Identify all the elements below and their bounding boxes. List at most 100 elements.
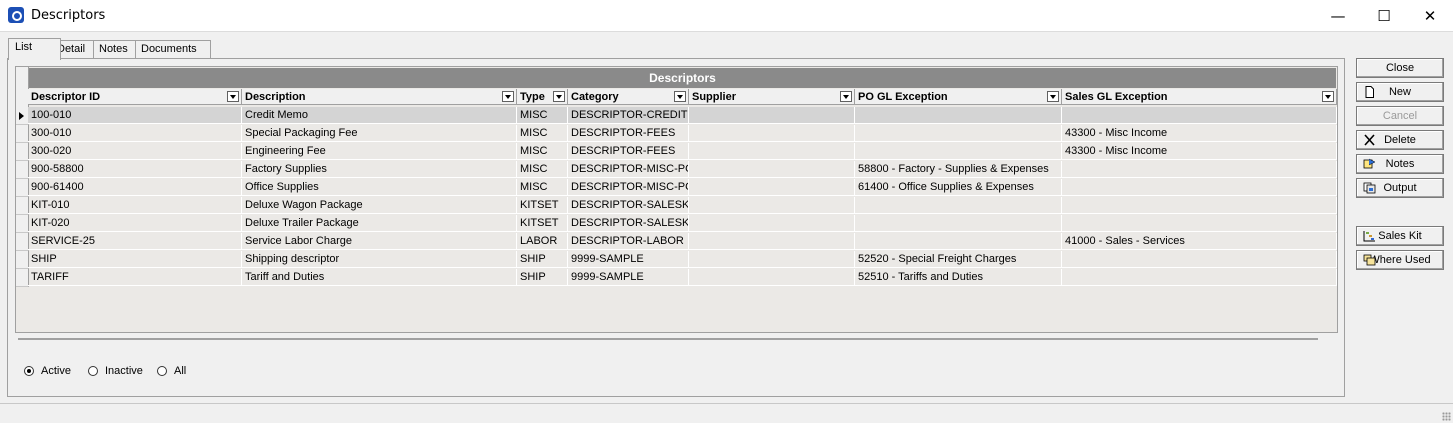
table-cell[interactable]: KITSET <box>517 215 568 232</box>
tab-list[interactable]: List <box>8 38 61 60</box>
table-cell[interactable]: SHIP <box>28 251 242 268</box>
table-cell[interactable]: 300-020 <box>28 143 242 160</box>
table-cell[interactable]: DESCRIPTOR-FEES <box>568 125 689 142</box>
table-cell[interactable]: Engineering Fee <box>242 143 517 160</box>
table-row[interactable]: 900-61400 Office Supplies MISC DESCRIPTOR-M… <box>16 179 1337 197</box>
table-cell[interactable] <box>855 197 1062 214</box>
table-cell[interactable] <box>689 215 855 232</box>
dropdown-icon[interactable] <box>502 91 514 102</box>
descriptors-grid[interactable]: Descriptors Descriptor ID Description Ty… <box>15 66 1338 333</box>
table-cell[interactable]: MISC <box>517 179 568 196</box>
table-cell[interactable]: DESCRIPTOR-SALESKIT <box>568 215 689 232</box>
table-cell[interactable]: 61400 - Office Supplies & Expenses <box>855 179 1062 196</box>
table-cell[interactable]: Tariff and Duties <box>242 269 517 286</box>
table-cell[interactable] <box>1062 179 1337 196</box>
table-cell[interactable]: DESCRIPTOR-FEES <box>568 143 689 160</box>
close-button[interactable]: Close <box>1356 58 1444 78</box>
table-row[interactable]: SERVICE-25 Service Labor Charge LABOR DESCR… <box>16 233 1337 251</box>
column-header-description[interactable]: Description <box>242 89 517 105</box>
table-cell[interactable]: SERVICE-25 <box>28 233 242 250</box>
table-cell[interactable]: MISC <box>517 143 568 160</box>
table-cell[interactable] <box>1062 251 1337 268</box>
table-cell[interactable] <box>855 215 1062 232</box>
table-cell[interactable] <box>855 107 1062 124</box>
table-cell[interactable] <box>855 125 1062 142</box>
delete-button[interactable]: Delete <box>1356 130 1444 150</box>
table-cell[interactable]: 43300 - Misc Income <box>1062 125 1337 142</box>
column-header-type[interactable]: Type <box>517 89 568 105</box>
table-cell[interactable] <box>1062 269 1337 286</box>
table-cell[interactable]: 300-010 <box>28 125 242 142</box>
table-cell[interactable] <box>1062 197 1337 214</box>
sales-kit-button[interactable]: Sales Kit <box>1356 226 1444 246</box>
table-row[interactable]: 300-010 Special Packaging Fee MISC DESCRIPT… <box>16 125 1337 143</box>
column-header-category[interactable]: Category <box>568 89 689 105</box>
table-row[interactable]: KIT-010 Deluxe Wagon Package KITSET DESCRIP… <box>16 197 1337 215</box>
table-cell[interactable] <box>1062 161 1337 178</box>
table-row[interactable]: 300-020 Engineering Fee MISC DESCRIPTOR-FEE… <box>16 143 1337 161</box>
table-cell[interactable]: MISC <box>517 107 568 124</box>
table-cell[interactable]: Factory Supplies <box>242 161 517 178</box>
table-cell[interactable]: DESCRIPTOR-MISC-PO <box>568 161 689 178</box>
table-row[interactable]: SHIP Shipping descriptor SHIP 9999-SAMPLE 52… <box>16 251 1337 269</box>
table-cell[interactable]: LABOR <box>517 233 568 250</box>
table-cell[interactable]: Deluxe Trailer Package <box>242 215 517 232</box>
table-cell[interactable] <box>689 269 855 286</box>
table-row[interactable]: 900-58800 Factory Supplies MISC DESCRIPTOR-… <box>16 161 1337 179</box>
table-cell[interactable] <box>855 233 1062 250</box>
dropdown-icon[interactable] <box>227 91 239 102</box>
table-cell[interactable]: Service Labor Charge <box>242 233 517 250</box>
tab-documents[interactable]: Documents <box>135 40 211 59</box>
horizontal-scrollbar[interactable] <box>18 338 1318 340</box>
table-cell[interactable]: Credit Memo <box>242 107 517 124</box>
table-cell[interactable]: 9999-SAMPLE <box>568 251 689 268</box>
table-cell[interactable] <box>689 179 855 196</box>
table-cell[interactable] <box>689 197 855 214</box>
column-header-po-gl-exception[interactable]: PO GL Exception <box>855 89 1062 105</box>
table-cell[interactable]: DESCRIPTOR-MISC-PO <box>568 179 689 196</box>
maximize-button[interactable]: ☐ <box>1361 0 1407 31</box>
table-cell[interactable]: DESCRIPTOR-SALESKIT <box>568 197 689 214</box>
table-cell[interactable]: SHIP <box>517 269 568 286</box>
table-cell[interactable] <box>689 251 855 268</box>
close-window-button[interactable]: ✕ <box>1407 0 1453 31</box>
table-cell[interactable] <box>689 125 855 142</box>
table-cell[interactable]: 58800 - Factory - Supplies & Expenses <box>855 161 1062 178</box>
output-button[interactable]: Output <box>1356 178 1444 198</box>
table-cell[interactable] <box>1062 107 1337 124</box>
table-cell[interactable]: 900-61400 <box>28 179 242 196</box>
table-cell[interactable]: MISC <box>517 161 568 178</box>
radio-inactive[interactable]: Inactive <box>88 365 148 379</box>
dropdown-icon[interactable] <box>674 91 686 102</box>
column-header-descriptor-id[interactable]: Descriptor ID <box>28 89 242 105</box>
notes-button[interactable]: Notes <box>1356 154 1444 174</box>
table-cell[interactable]: 9999-SAMPLE <box>568 269 689 286</box>
dropdown-icon[interactable] <box>1047 91 1059 102</box>
table-cell[interactable]: 100-010 <box>28 107 242 124</box>
table-cell[interactable]: SHIP <box>517 251 568 268</box>
table-cell[interactable]: DESCRIPTOR-CREDIT <box>568 107 689 124</box>
dropdown-icon[interactable] <box>840 91 852 102</box>
resize-grip-icon[interactable] <box>1442 412 1451 421</box>
table-cell[interactable] <box>855 143 1062 160</box>
dropdown-icon[interactable] <box>1322 91 1334 102</box>
column-header-sales-gl-exception[interactable]: Sales GL Exception <box>1062 89 1337 105</box>
table-cell[interactable]: 43300 - Misc Income <box>1062 143 1337 160</box>
table-row[interactable]: TARIFF Tariff and Duties SHIP 9999-SAMPLE 52… <box>16 269 1337 287</box>
table-cell[interactable]: 52510 - Tariffs and Duties <box>855 269 1062 286</box>
table-cell[interactable]: TARIFF <box>28 269 242 286</box>
table-cell[interactable]: MISC <box>517 125 568 142</box>
table-cell[interactable]: 52520 - Special Freight Charges <box>855 251 1062 268</box>
radio-all[interactable]: All <box>157 365 197 379</box>
table-cell[interactable]: Office Supplies <box>242 179 517 196</box>
column-header-supplier[interactable]: Supplier <box>689 89 855 105</box>
dropdown-icon[interactable] <box>553 91 565 102</box>
table-cell[interactable]: Special Packaging Fee <box>242 125 517 142</box>
table-cell[interactable]: 41000 - Sales - Services <box>1062 233 1337 250</box>
new-button[interactable]: New <box>1356 82 1444 102</box>
table-row[interactable]: 100-010 Credit Memo MISC DESCRIPTOR-CREDIT <box>16 107 1337 125</box>
radio-active[interactable]: Active <box>24 365 84 379</box>
table-cell[interactable]: KITSET <box>517 197 568 214</box>
table-cell[interactable]: KIT-010 <box>28 197 242 214</box>
table-cell[interactable] <box>689 233 855 250</box>
